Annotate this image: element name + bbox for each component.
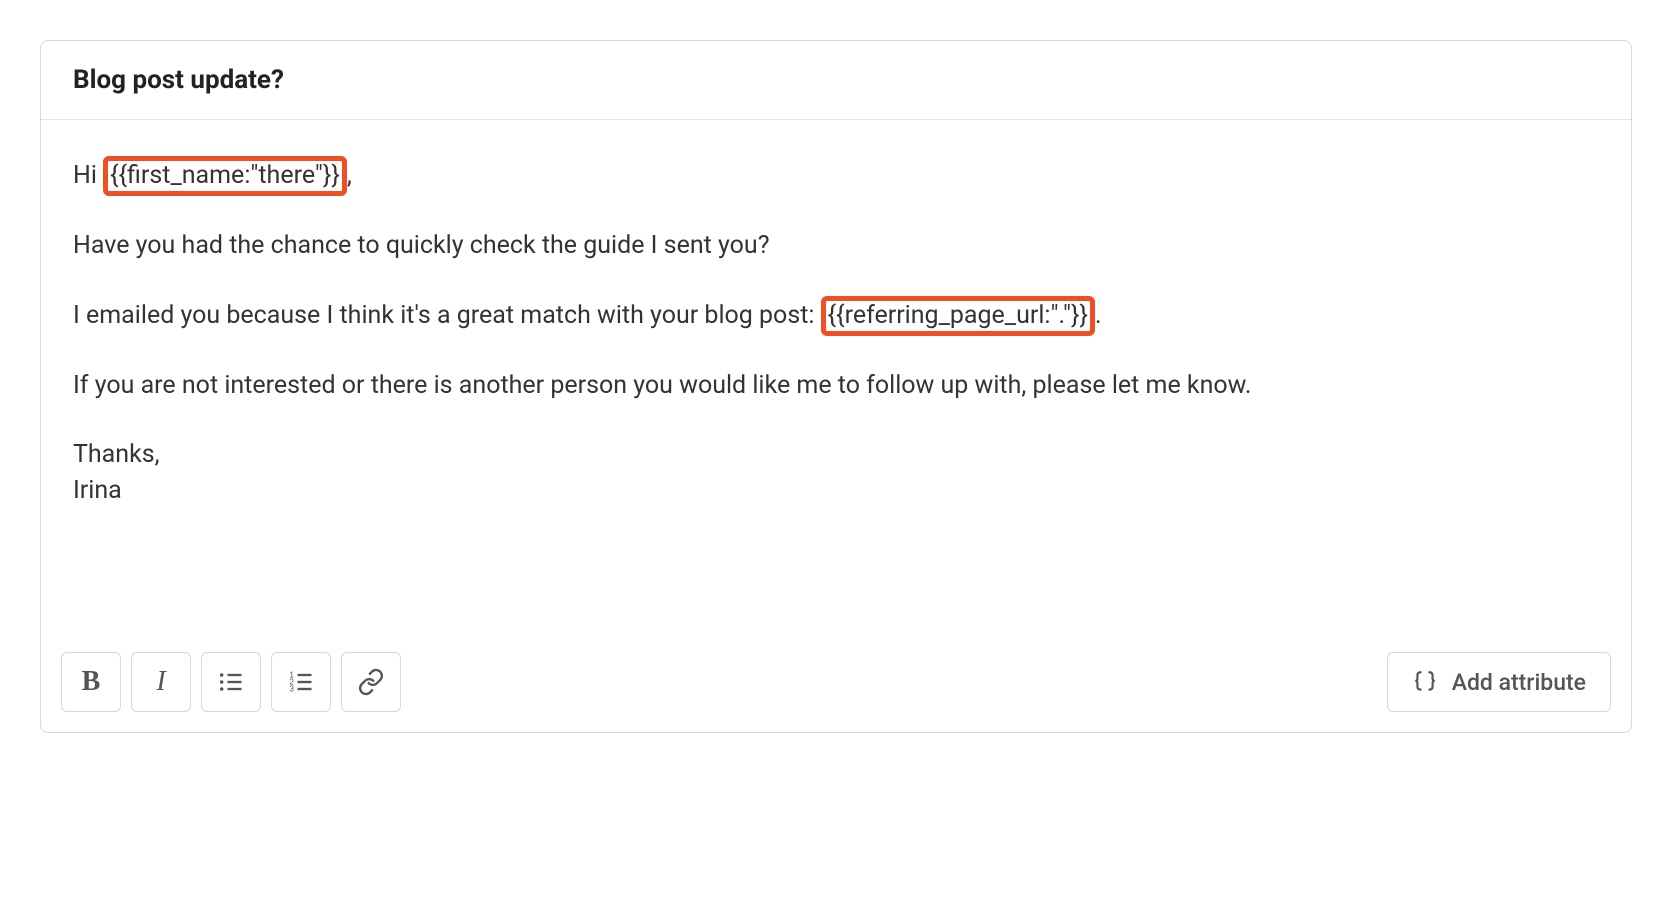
body-line-1: Have you had the chance to quickly check…: [73, 228, 1599, 264]
ordered-list-icon: 1 2 3: [287, 668, 315, 696]
greeting-suffix: ,: [347, 161, 352, 190]
add-attribute-button[interactable]: Add attribute: [1387, 652, 1611, 712]
greeting-prefix: Hi: [73, 161, 103, 190]
email-body-editor[interactable]: Hi {{first_name:"there"}}, Have you had …: [41, 120, 1631, 640]
signature: Irina: [73, 473, 1599, 509]
braces-icon: [1412, 669, 1438, 695]
subject-text: Blog post update?: [73, 65, 284, 95]
unordered-list-button[interactable]: [201, 652, 261, 712]
email-editor-card: Blog post update? Hi {{first_name:"there…: [40, 40, 1632, 733]
toolbar-left-group: B I 1 2 3: [61, 652, 401, 712]
italic-button[interactable]: I: [131, 652, 191, 712]
add-attribute-label: Add attribute: [1452, 669, 1586, 696]
body-line-2-prefix: I emailed you because I think it's a gre…: [73, 301, 821, 330]
signoff: Thanks,: [73, 437, 1599, 473]
link-button[interactable]: [341, 652, 401, 712]
body-line-3: If you are not interested or there is an…: [73, 368, 1599, 404]
bold-icon: B: [82, 666, 101, 698]
greeting-line: Hi {{first_name:"there"}},: [73, 156, 1599, 196]
svg-text:3: 3: [289, 684, 294, 693]
link-icon: [357, 668, 385, 696]
editor-toolbar: B I 1 2 3: [41, 640, 1631, 732]
bold-button[interactable]: B: [61, 652, 121, 712]
italic-icon: I: [156, 666, 165, 698]
ordered-list-button[interactable]: 1 2 3: [271, 652, 331, 712]
subject-bar[interactable]: Blog post update?: [41, 41, 1631, 120]
merge-tag-referring-url[interactable]: {{referring_page_url:"."}}: [821, 296, 1095, 336]
body-line-2-suffix: .: [1095, 301, 1102, 330]
unordered-list-icon: [217, 668, 245, 696]
merge-tag-first-name[interactable]: {{first_name:"there"}}: [103, 156, 347, 196]
body-line-2: I emailed you because I think it's a gre…: [73, 296, 1599, 336]
